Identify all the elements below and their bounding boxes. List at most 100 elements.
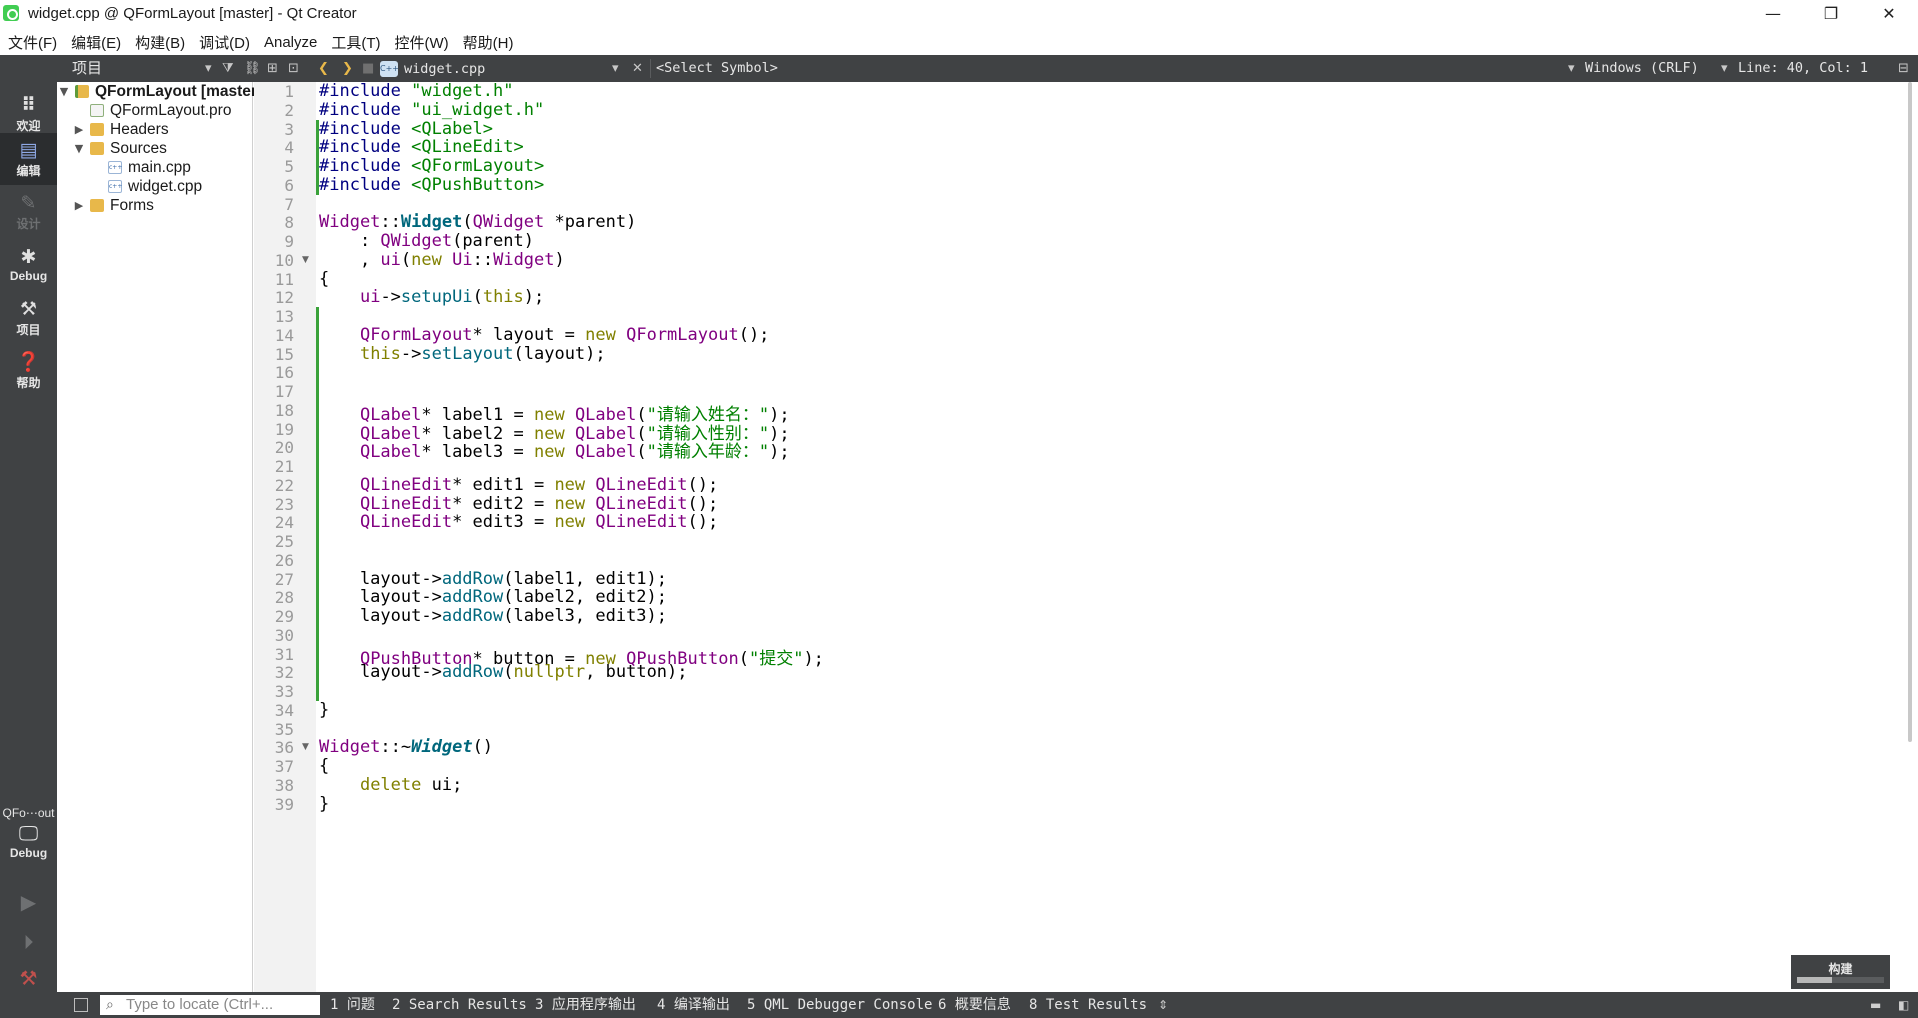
mode-debug[interactable]: ✱ Debug	[0, 239, 57, 291]
pane-compile-output[interactable]: 4 编译输出	[657, 992, 730, 1018]
menu-help[interactable]: 帮助(H)	[455, 32, 520, 53]
tree-item-forms[interactable]: ▶ Forms	[72, 194, 154, 217]
pane-test-results[interactable]: 8 Test Results	[1029, 992, 1147, 1018]
toggle-sidebar-icon[interactable]	[74, 998, 88, 1012]
pane-application-output[interactable]: 3 应用程序输出	[535, 992, 636, 1018]
menu-analyze[interactable]: Analyze	[256, 34, 323, 51]
code-line[interactable]: QLabel* label3 = new QLabel("请输入年龄：");	[319, 437, 790, 462]
progress-details-icon[interactable]: ▬	[1870, 992, 1881, 1018]
menu-controls[interactable]: 控件(W)	[387, 32, 455, 53]
code-line[interactable]: #include "ui_widget.h"	[319, 100, 544, 120]
code-line[interactable]: : QWidget(parent)	[319, 231, 534, 251]
change-marker	[316, 457, 319, 476]
chevron-right-icon[interactable]: ▶	[72, 123, 86, 136]
project-view-selector[interactable]: 项目	[72, 55, 102, 82]
dropdown-arrow-icon[interactable]: ▾	[205, 55, 212, 82]
mode-edit[interactable]: ▤ 编辑	[0, 133, 57, 185]
menu-build[interactable]: 构建(B)	[127, 32, 191, 53]
file-dropdown-icon[interactable]: ▾	[612, 55, 619, 82]
folder-icon	[90, 142, 104, 155]
code-line[interactable]: QLineEdit* edit3 = new QLineEdit();	[319, 512, 718, 532]
chevron-down-icon[interactable]: ▼	[72, 142, 86, 155]
mode-design[interactable]: ✎ 设计	[0, 186, 57, 238]
code-line[interactable]: #include <QLineEdit>	[319, 137, 524, 157]
mode-help[interactable]: ❓ 帮助	[0, 345, 57, 397]
lock-icon: ■	[362, 61, 375, 76]
cpp-file-icon: C++	[380, 60, 399, 77]
kit-selector[interactable]: QFo⋯out 🖵 Debug	[0, 806, 57, 860]
chevron-down-icon[interactable]: ▼	[57, 85, 71, 98]
back-arrow-icon[interactable]: ❮	[318, 55, 329, 82]
pane-general-messages[interactable]: 6 概要信息	[938, 992, 1011, 1018]
line-number: 4	[284, 138, 294, 158]
build-hammer-icon[interactable]: ⚒	[0, 960, 57, 996]
close-file-icon[interactable]: ✕	[632, 55, 643, 82]
close-sidebar-icon[interactable]: ⊡	[288, 55, 299, 82]
pane-search-results[interactable]: 2 Search Results	[392, 992, 527, 1018]
mode-label: 设计	[16, 216, 41, 231]
code-editor[interactable]: 1 2 3 4 5 6 7 8 9 10 ▼ 11 12 13 14 15 16 17 18 19 20 21 22 23 24…	[254, 82, 1918, 992]
file-tab-widget-cpp[interactable]: C++ widget.cpp	[380, 55, 485, 82]
run-icon[interactable]: ▶	[0, 884, 57, 920]
code-line[interactable]: Widget::Widget(QWidget *parent)	[319, 212, 636, 232]
code-line[interactable]: Widget::~Widget()	[319, 737, 493, 757]
line-number: 24	[274, 513, 294, 533]
grid-icon: ⠿	[21, 93, 36, 116]
code-line[interactable]: QLineEdit* edit1 = new QLineEdit();	[319, 475, 718, 495]
kit-name: QFo⋯out	[2, 806, 55, 820]
cursor-position[interactable]: Line: 40, Col: 1	[1738, 55, 1868, 82]
code-line[interactable]: layout->addRow(label3, edit3);	[319, 606, 667, 626]
symbol-dropdown-icon[interactable]: ▾	[1568, 55, 1575, 82]
code-line[interactable]: #include <QLabel>	[319, 119, 493, 139]
mode-projects[interactable]: ⚒ 项目	[0, 292, 57, 344]
code-line[interactable]: delete ui;	[319, 775, 462, 795]
menu-file[interactable]: 文件(F)	[0, 32, 63, 53]
code-line[interactable]: layout->addRow(nullptr, button);	[319, 662, 688, 682]
code-line[interactable]: #include <QPushButton>	[319, 175, 544, 195]
code-line[interactable]: QLineEdit* edit2 = new QLineEdit();	[319, 494, 718, 514]
build-progress-widget[interactable]: 构建	[1791, 955, 1890, 989]
link-icon[interactable]: ⛓	[244, 55, 261, 82]
fold-marker-icon[interactable]: ▼	[302, 742, 309, 752]
code-line[interactable]: #include "widget.h"	[319, 82, 513, 101]
filter-icon[interactable]: ⧩	[222, 55, 234, 82]
code-line[interactable]: this->setLayout(layout);	[319, 344, 606, 364]
code-line[interactable]: }	[319, 700, 329, 720]
fold-marker-icon[interactable]: ▼	[302, 255, 309, 265]
code-line[interactable]: layout->addRow(label1, edit1);	[319, 569, 667, 589]
restore-button[interactable]: ❐	[1802, 0, 1860, 26]
search-icon: ⌕	[106, 997, 114, 1013]
code-line[interactable]: #include <QFormLayout>	[319, 156, 544, 176]
line-number: 28	[274, 588, 294, 608]
toggle-output-icon[interactable]: ◧	[1898, 992, 1909, 1018]
change-marker	[316, 550, 319, 570]
locator-input[interactable]: ⌕ Type to locate (Ctrl+...	[100, 995, 320, 1015]
split-editor-icon[interactable]: ⊟	[1898, 55, 1909, 82]
line-number: 19	[274, 419, 294, 439]
line-ending-dropdown-icon[interactable]: ▾	[1721, 55, 1728, 82]
code-line[interactable]: ui->setupUi(this);	[319, 287, 544, 307]
code-line[interactable]: layout->addRow(label2, edit2);	[319, 587, 667, 607]
symbol-selector[interactable]: <Select Symbol>	[656, 55, 778, 82]
code-line[interactable]: }	[319, 794, 329, 814]
menu-edit[interactable]: 编辑(E)	[63, 32, 127, 53]
code-line[interactable]: {	[319, 756, 329, 776]
menu-tools[interactable]: 工具(T)	[323, 32, 386, 53]
more-panes-icon[interactable]: ⇕	[1158, 992, 1168, 1018]
code-line[interactable]: QFormLayout* layout = new QFormLayout();	[319, 325, 769, 345]
line-number: 18	[274, 400, 294, 420]
chevron-right-icon[interactable]: ▶	[72, 199, 86, 212]
line-ending-selector[interactable]: Windows (CRLF)	[1585, 55, 1699, 82]
split-icon[interactable]: ⊞	[267, 55, 278, 82]
pane-issues[interactable]: 1 问题	[330, 992, 375, 1018]
pane-qml-debugger-console[interactable]: 5 QML Debugger Console	[747, 992, 932, 1018]
debug-run-icon[interactable]: ⏵	[0, 924, 57, 960]
close-button[interactable]: ✕	[1860, 0, 1918, 26]
code-line[interactable]: , ui(new Ui::Widget)	[319, 250, 565, 270]
forward-arrow-icon[interactable]: ❯	[342, 55, 353, 82]
vertical-scrollbar[interactable]	[1908, 82, 1912, 742]
change-marker	[316, 625, 319, 645]
minimize-button[interactable]: —	[1744, 0, 1802, 26]
code-line[interactable]: {	[319, 269, 329, 289]
menu-debug[interactable]: 调试(D)	[191, 32, 256, 53]
